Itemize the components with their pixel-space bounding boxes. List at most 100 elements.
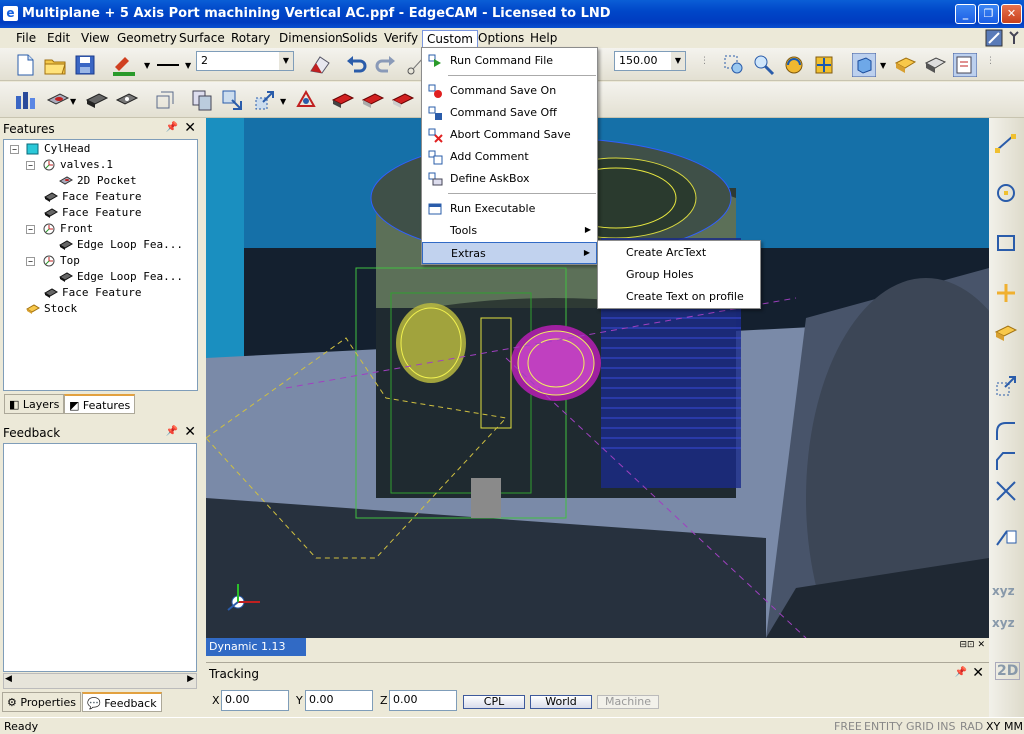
expander-icon[interactable]: − <box>26 161 35 170</box>
stock-tool-icon[interactable] <box>993 320 1019 346</box>
status-flag-mm[interactable]: MM <box>1004 720 1023 733</box>
stock-view-icon[interactable] <box>893 53 917 77</box>
copy-op-icon[interactable] <box>190 88 214 112</box>
tree-node-face-feature[interactable]: Face Feature <box>44 205 141 221</box>
menu-custom[interactable]: Custom <box>422 30 478 47</box>
tree-node-top[interactable]: Top <box>42 253 80 269</box>
drill-op-icon[interactable] <box>391 88 415 112</box>
pocket-dropdown-arrow[interactable]: ▼ <box>70 97 76 106</box>
tree-node-face-feature[interactable]: Face Feature <box>44 285 141 301</box>
transform-tool-icon[interactable] <box>993 373 1019 399</box>
color-picker-icon[interactable] <box>111 53 135 77</box>
circle-tool-icon[interactable] <box>993 180 1019 206</box>
tree-node-front[interactable]: Front <box>42 221 93 237</box>
new-file-icon[interactable] <box>13 53 37 77</box>
status-flag-rad[interactable]: RAD <box>960 720 983 733</box>
tree-node-2d-pocket[interactable]: 2D Pocket <box>59 173 137 189</box>
machine-button[interactable]: Machine <box>597 695 659 709</box>
menu-geometry[interactable]: Geometry <box>113 30 181 47</box>
cpl-button[interactable]: CPL <box>463 695 525 709</box>
menu-item-create-arctext[interactable]: Create ArcText <box>598 242 760 264</box>
menu-file[interactable]: File <box>12 30 40 47</box>
status-flag-free[interactable]: FREE <box>834 720 862 733</box>
open-folder-icon[interactable] <box>43 53 67 77</box>
menu-item-group-holes[interactable]: Group Holes <box>598 264 760 286</box>
machine-view-icon[interactable] <box>923 53 947 77</box>
menu-solids[interactable]: Solids <box>338 30 382 47</box>
status-flag-ins[interactable]: INS <box>937 720 955 733</box>
close-icon[interactable]: ✕ <box>972 665 984 681</box>
tab-properties[interactable]: ⚙ Properties <box>2 692 81 712</box>
transform-op-icon[interactable] <box>220 88 244 112</box>
line-style-dropdown-arrow[interactable]: ▼ <box>185 61 191 70</box>
eraser-icon[interactable] <box>308 53 332 77</box>
trim-tool-icon[interactable] <box>993 478 1019 504</box>
menu-item-add-comment[interactable]: Add Comment <box>422 146 597 168</box>
line-style-icon[interactable] <box>156 53 180 77</box>
toolbar-grip[interactable]: ⋮ <box>700 56 709 66</box>
help-tools-icons[interactable] <box>984 28 1024 48</box>
x-field[interactable]: 0.00 <box>221 690 289 711</box>
rough-op-icon[interactable] <box>331 88 355 112</box>
xyz-coord-button[interactable]: xyz <box>992 584 1015 598</box>
finish-op-icon[interactable] <box>361 88 385 112</box>
status-flag-grid[interactable]: GRID <box>906 720 934 733</box>
zoom-window-icon[interactable] <box>722 53 746 77</box>
menu-rotary[interactable]: Rotary <box>227 30 274 47</box>
menu-item-extras[interactable]: Extras ▶ <box>422 242 597 264</box>
restore-button[interactable]: ❐ <box>978 4 999 24</box>
fillet-tool-icon[interactable] <box>993 418 1019 444</box>
status-flag-xy[interactable]: XY <box>986 720 1000 733</box>
scroll-left-icon[interactable]: ◀ <box>5 674 12 684</box>
tab-layers[interactable]: ◧ Layers <box>4 394 65 414</box>
zoom-dropdown[interactable]: 150.00 ▼ <box>614 51 686 71</box>
menu-view[interactable]: View <box>77 30 113 47</box>
z-field[interactable]: 0.00 <box>389 690 457 711</box>
tree-node-cylhead[interactable]: CylHead <box>26 141 90 157</box>
machining-sequence-icon[interactable] <box>13 88 37 112</box>
tab-feedback[interactable]: 💬 Feedback <box>82 692 162 712</box>
menu-surface[interactable]: Surface <box>175 30 229 47</box>
tree-node-edge-loop[interactable]: Edge Loop Fea... <box>59 237 183 253</box>
pin-icon[interactable]: 📌 <box>955 667 967 678</box>
menu-edit[interactable]: Edit <box>43 30 74 47</box>
mirror-op-icon[interactable] <box>253 88 277 112</box>
save-icon[interactable] <box>73 53 97 77</box>
menu-dimension[interactable]: Dimension <box>275 30 347 47</box>
menu-options[interactable]: Options <box>474 30 528 47</box>
status-flag-entity[interactable]: ENTITY <box>864 720 903 733</box>
world-button[interactable]: World <box>530 695 592 709</box>
tree-node-valves[interactable]: valves.1 <box>42 157 113 173</box>
cpl-op-icon[interactable] <box>294 88 318 112</box>
y-field[interactable]: 0.00 <box>305 690 373 711</box>
properties-view-icon[interactable] <box>953 53 977 77</box>
rectangle-tool-icon[interactable] <box>993 230 1019 256</box>
zoom-extents-icon[interactable] <box>752 53 776 77</box>
close-icon[interactable]: ✕ <box>184 424 196 440</box>
close-button[interactable]: ✕ <box>1001 4 1022 24</box>
redo-icon[interactable] <box>374 53 398 77</box>
line-tool-icon[interactable] <box>993 130 1019 156</box>
menu-verify[interactable]: Verify <box>380 30 422 47</box>
menu-item-abort-command-save[interactable]: Abort Command Save <box>422 124 597 146</box>
scroll-right-icon[interactable]: ▶ <box>187 674 194 684</box>
tree-node-edge-loop[interactable]: Edge Loop Fea... <box>59 269 183 285</box>
menu-item-command-save-on[interactable]: Command Save On <box>422 80 597 102</box>
menu-help[interactable]: Help <box>526 30 561 47</box>
toolbar-grip[interactable]: ⋮ <box>986 56 995 66</box>
shaded-view-icon[interactable] <box>852 53 876 77</box>
close-icon[interactable]: ✕ <box>184 120 196 136</box>
pan-view-icon[interactable] <box>812 53 836 77</box>
undo-icon[interactable] <box>344 53 368 77</box>
menu-item-command-save-off[interactable]: Command Save Off <box>422 102 597 124</box>
viewport-window-controls[interactable]: ⊟⊡ ✕ <box>960 640 985 650</box>
menu-item-define-askbox[interactable]: Define AskBox <box>422 168 597 190</box>
pin-icon[interactable]: 📌 <box>166 122 178 133</box>
tree-node-stock[interactable]: Stock <box>26 301 77 317</box>
menu-item-tools[interactable]: Tools ▶ <box>422 220 597 242</box>
feedback-area[interactable] <box>3 443 197 672</box>
2d-mode-button[interactable]: 2D <box>995 662 1021 680</box>
rotate-view-icon[interactable] <box>782 53 806 77</box>
menu-item-create-text-on-profile[interactable]: Create Text on profile <box>598 286 760 308</box>
tab-features[interactable]: ◩ Features <box>64 394 136 414</box>
